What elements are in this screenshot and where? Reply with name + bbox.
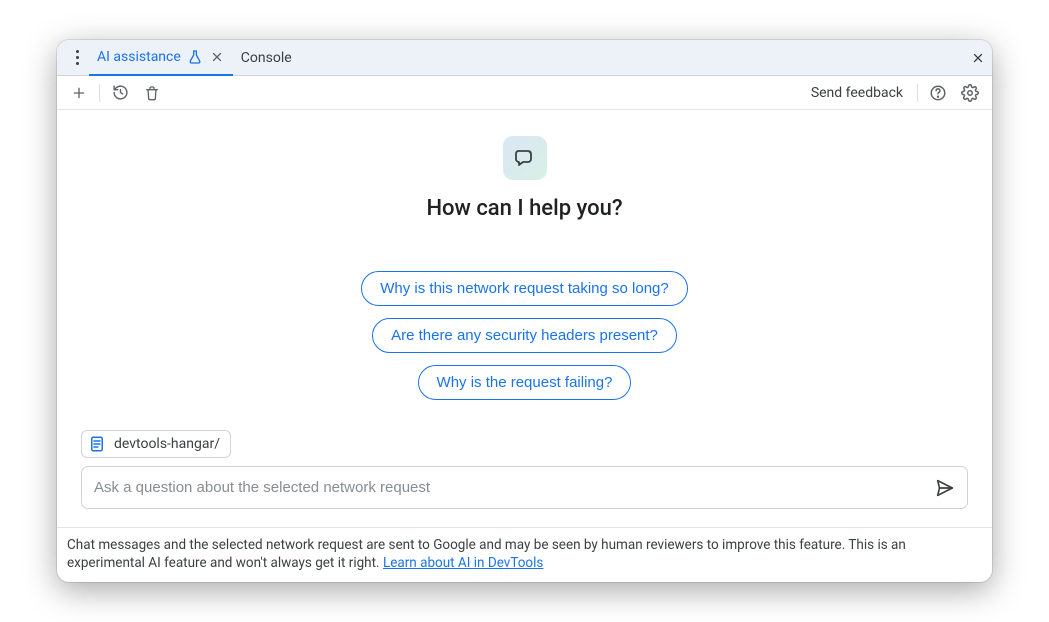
settings-gear-icon[interactable] (958, 81, 982, 105)
tab-strip: AI assistance Console (57, 40, 992, 76)
tab-ai-assistance[interactable]: AI assistance (89, 40, 233, 76)
delete-icon[interactable] (140, 81, 164, 105)
suggestion-list: Why is this network request taking so lo… (361, 271, 687, 400)
context-resource-pill[interactable]: devtools-hangar/ (81, 430, 231, 458)
experiment-flask-icon (187, 49, 203, 65)
separator (99, 84, 100, 102)
close-tab-icon[interactable] (209, 49, 225, 65)
separator (917, 84, 918, 102)
prompt-input-container (81, 466, 968, 509)
tab-label: Console (241, 50, 292, 66)
context-resource-label: devtools-hangar/ (114, 436, 220, 452)
main-area: How can I help you? Why is this network … (57, 110, 992, 527)
suggestion-chip[interactable]: Are there any security headers present? (372, 318, 677, 353)
devtools-panel: AI assistance Console Send feedback (57, 40, 992, 582)
history-icon[interactable] (108, 81, 132, 105)
disclaimer-footer: Chat messages and the selected network r… (57, 527, 992, 582)
page-headline: How can I help you? (426, 196, 622, 221)
send-feedback-link[interactable]: Send feedback (805, 83, 909, 103)
toolbar: Send feedback (57, 76, 992, 110)
send-icon[interactable] (929, 472, 961, 504)
close-panel-icon[interactable] (970, 50, 986, 66)
suggestion-chip[interactable]: Why is the request failing? (418, 365, 632, 400)
more-options-icon[interactable] (65, 46, 89, 70)
tab-label: AI assistance (97, 49, 181, 65)
prompt-input[interactable] (94, 471, 929, 504)
ai-spark-icon (503, 136, 547, 180)
suggestion-chip[interactable]: Why is this network request taking so lo… (361, 271, 687, 306)
tab-console[interactable]: Console (233, 40, 300, 76)
learn-more-link[interactable]: Learn about AI in DevTools (383, 555, 543, 571)
new-chat-icon[interactable] (67, 81, 91, 105)
help-icon[interactable] (926, 81, 950, 105)
document-icon (88, 435, 106, 453)
